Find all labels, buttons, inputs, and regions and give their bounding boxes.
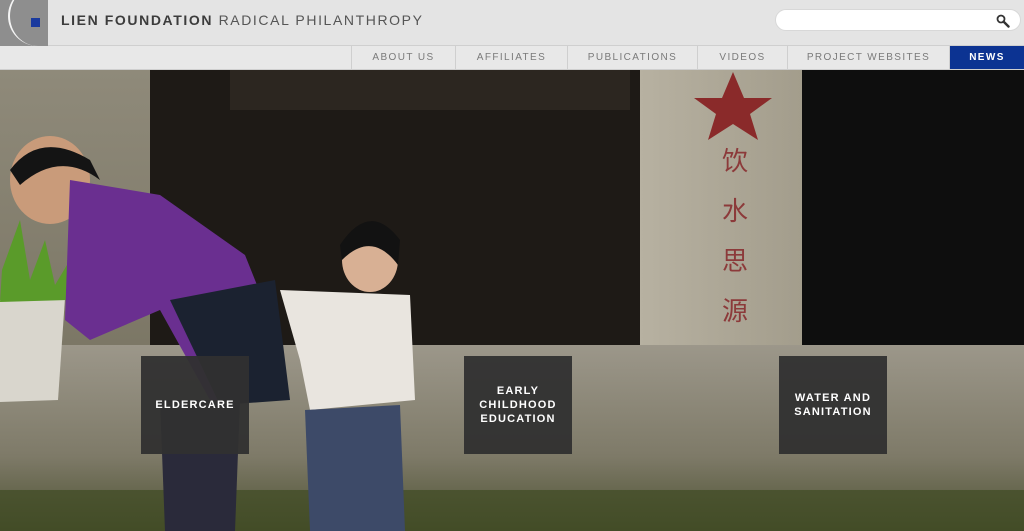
calligraphy-2: 水 [722,197,748,227]
tile-early-childhood-education[interactable]: EARLY CHILDHOOD EDUCATION [464,356,572,454]
site-title-bold: LIEN FOUNDATION [61,12,214,28]
tile-eldercare[interactable]: ELDERCARE [141,356,249,454]
search-box [775,9,1021,31]
tile-water-and-sanitation[interactable]: WATER AND SANITATION [779,356,887,454]
nav-about-us[interactable]: ABOUT US [351,46,455,69]
hero-photo: 饮 水 思 源 [0,70,1024,531]
nav-videos[interactable]: VIDEOS [697,46,787,69]
site-header: LIEN FOUNDATION RADICAL PHILANTHROPY [0,0,1024,46]
calligraphy-1: 饮 [722,147,748,177]
search-input[interactable] [786,12,986,28]
nav-publications[interactable]: PUBLICATIONS [567,46,697,69]
hero-image: 饮 水 思 源 ELDERCARE EARLY CHILDHOOD EDUCAT… [0,70,1024,531]
nav-project-websites[interactable]: PROJECT WEBSITES [787,46,949,69]
site-title-light: RADICAL PHILANTHROPY [213,12,424,28]
logo-square [31,18,40,27]
main-nav: ABOUT US AFFILIATES PUBLICATIONS VIDEOS … [0,46,1024,70]
logo-arc [8,0,48,46]
search-icon[interactable] [996,14,1010,28]
calligraphy-4: 源 [722,297,748,327]
nav-news[interactable]: NEWS [949,46,1024,69]
logo[interactable] [0,0,48,46]
nav-affiliates[interactable]: AFFILIATES [455,46,567,69]
calligraphy-3: 思 [722,247,748,277]
site-title[interactable]: LIEN FOUNDATION RADICAL PHILANTHROPY [61,12,424,28]
